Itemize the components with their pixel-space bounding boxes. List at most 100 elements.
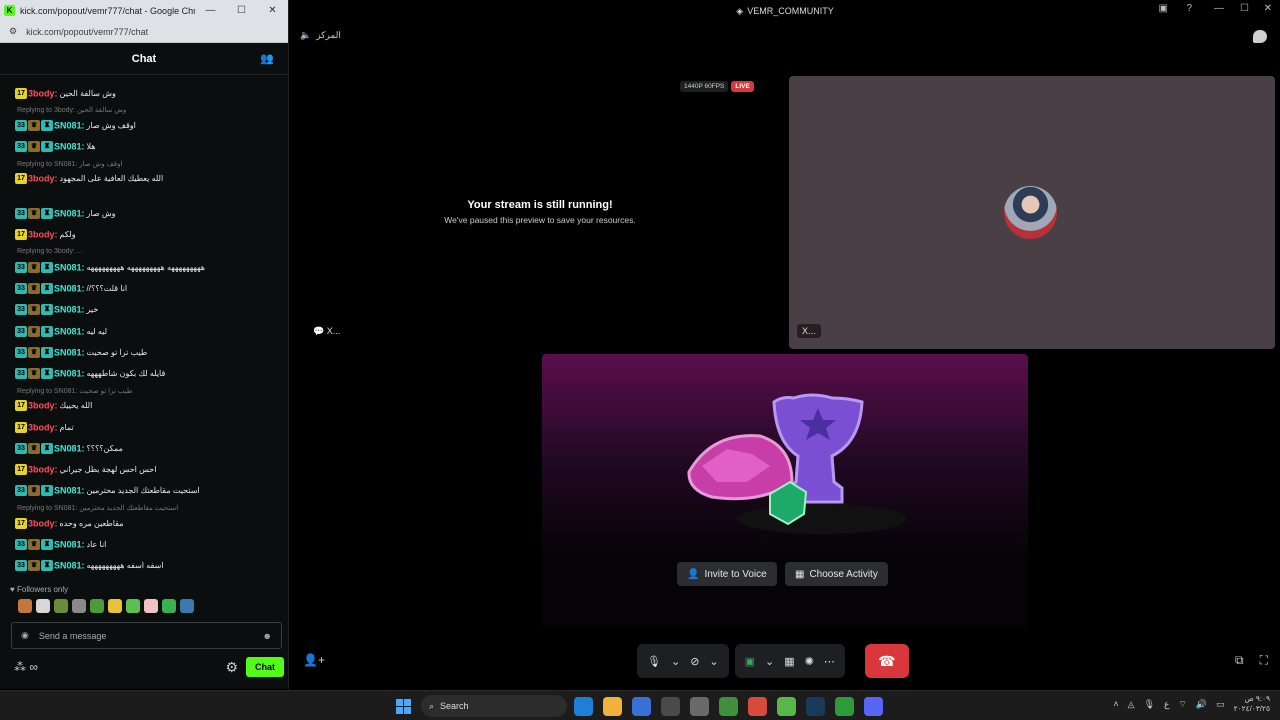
emoji-icon[interactable]: ☻ [263, 631, 272, 641]
soundboard-icon[interactable]: ✺ [805, 655, 814, 668]
mic-control[interactable]: 🎙 ⌄ ⊘ ⌄ [637, 644, 729, 678]
chat-username[interactable]: SN081: [54, 120, 85, 130]
browser-title-bar[interactable]: K kick.com/popout/vemr777/chat - Google … [0, 0, 288, 21]
chat-message[interactable]: 33 ♛ ♜ SN081: هههههههههه هههههههههه هههههههه… [15, 262, 276, 274]
language-icon[interactable]: ع [1164, 699, 1169, 710]
invite-person-icon[interactable]: 👤+ [303, 653, 325, 667]
chat-username[interactable]: 3body: [28, 518, 58, 528]
chat-username[interactable]: SN081: [54, 262, 85, 272]
chat-message[interactable]: 33 ♛ ♜ SN081: خير [15, 304, 276, 316]
chat-bubble-icon[interactable] [1253, 30, 1267, 43]
chat-username[interactable]: SN081: [54, 347, 85, 357]
reply-reference[interactable]: Replying to 3body: وش سالفة الحين [17, 106, 278, 114]
chat-username[interactable]: 3body: [28, 173, 58, 183]
chat-username[interactable]: SN081: [54, 141, 85, 151]
microphone-icon[interactable]: 🎙 [647, 655, 661, 668]
chevron-up-icon[interactable]: ˄ [1113, 699, 1118, 709]
record-icon[interactable]: ◉ [21, 630, 29, 641]
message-input[interactable]: ◉ Send a message ☻ [11, 622, 282, 649]
chat-message[interactable]: 17 3body: وش سالفة الحين [15, 88, 276, 100]
minimize-icon[interactable]: — [1214, 3, 1224, 14]
emote-icon[interactable] [54, 599, 68, 613]
app-icon[interactable] [661, 697, 680, 716]
disconnect-button[interactable]: ☎ [864, 644, 909, 678]
chat-message[interactable]: 33 ♛ ♜ SN081: ليه ليه [15, 326, 276, 338]
app-icon[interactable] [777, 697, 796, 716]
chat-username[interactable]: 3body: [28, 88, 58, 98]
maximize-icon[interactable]: ☐ [226, 0, 257, 21]
reply-reference[interactable]: Replying to SN081: اوقف وش صار [17, 160, 278, 168]
chat-message[interactable]: 33 ♛ ♜ SN081://انا قلت؟؟؟ [15, 283, 276, 295]
chat-message[interactable]: 33 ♛ ♜ SN081: هلا [15, 141, 276, 153]
emote-icon[interactable] [162, 599, 176, 613]
chat-message[interactable]: 17 3body: الله يحييك [15, 400, 276, 412]
points-icon[interactable]: ⁂ ∞ [14, 660, 225, 674]
pop-out-icon[interactable]: ⧉ [1235, 653, 1244, 668]
chat-message[interactable]: 33 ♛ ♜ SN081: قايله لك بكون شاطهههه [15, 368, 276, 380]
chat-username[interactable]: 3body: [28, 464, 58, 474]
screen-share-icon[interactable]: ▣ [745, 655, 755, 668]
reply-reference[interactable]: Replying to SN081: طيب ترا تو صحيت [17, 387, 278, 395]
network-icon[interactable]: ◬ [1128, 699, 1135, 710]
chat-username[interactable]: 3body: [28, 229, 58, 239]
chat-message-list[interactable]: 17 3body: وش سالفة الحين Replying to 3body:… [0, 76, 288, 581]
chat-message[interactable]: 17 3body: تمام [15, 422, 276, 434]
chat-username[interactable]: SN081: [54, 560, 85, 570]
chevron-down-icon[interactable]: ⌄ [765, 655, 774, 668]
chat-message[interactable]: 33 ♛ ♜ SN081: وش صار [15, 208, 276, 220]
chat-username[interactable]: SN081: [54, 443, 85, 453]
chat-message[interactable]: 33 ♛ ♜ SN081: ممكن؟؟؟؟ [15, 443, 276, 455]
chevron-down-icon[interactable]: ⌄ [671, 655, 680, 668]
minimize-icon[interactable]: — [195, 0, 226, 21]
file-explorer-icon[interactable] [603, 697, 622, 716]
emote-icon[interactable] [36, 599, 50, 613]
emote-icon[interactable] [18, 599, 32, 613]
chat-message[interactable]: 17 3body: احس احس لهجة بطل جيراني [15, 464, 276, 476]
chat-username[interactable]: 3body: [28, 422, 58, 432]
emote-icon[interactable] [72, 599, 86, 613]
share-control[interactable]: ▣ ⌄ ▦ ✺ ⋯ [734, 644, 845, 678]
maximize-icon[interactable]: ☐ [1240, 3, 1249, 14]
battery-icon[interactable]: ▭ [1216, 699, 1225, 710]
users-icon[interactable]: 👥 [260, 52, 274, 65]
emote-icon[interactable] [90, 599, 104, 613]
chat-username[interactable]: SN081: [54, 485, 85, 495]
emote-icon[interactable] [108, 599, 122, 613]
chat-username[interactable]: SN081: [54, 326, 85, 336]
site-settings-icon[interactable]: ⚙ [9, 26, 17, 37]
chat-message[interactable]: 33 ♛ ♜ SN081: اسفه اسفه هههههههههه [15, 560, 276, 572]
chat-message[interactable]: 33 ♛ ♜ SN081: طيب ترا تو صحيت [15, 347, 276, 359]
chat-username[interactable]: SN081: [54, 283, 85, 293]
chrome-icon[interactable] [748, 697, 767, 716]
settings-icon[interactable] [690, 697, 709, 716]
chat-username[interactable]: SN081: [54, 304, 85, 314]
fullscreen-icon[interactable]: ⛶ [1260, 653, 1268, 668]
invite-to-voice-button[interactable]: 👤 Invite to Voice [677, 562, 777, 586]
app-icon[interactable] [719, 697, 738, 716]
help-icon[interactable]: ? [1186, 3, 1192, 14]
microphone-icon[interactable]: 🎙 [1144, 699, 1155, 710]
reply-reference[interactable]: Replying to 3body: ... [17, 248, 278, 255]
start-button[interactable] [396, 699, 411, 714]
emote-icon[interactable] [180, 599, 194, 613]
camera-off-icon[interactable]: ⊘ [690, 655, 699, 668]
more-options-icon[interactable]: ⋯ [824, 655, 835, 668]
volume-icon[interactable]: 🔊 [1196, 699, 1207, 710]
taskbar-search[interactable]: ⌕ Search [421, 695, 567, 717]
chat-username[interactable]: SN081: [54, 539, 85, 549]
discord-icon[interactable] [864, 697, 883, 716]
send-chat-button[interactable]: Chat [246, 657, 284, 677]
chat-message[interactable]: 17 3body: ولكم [15, 229, 276, 241]
chat-message[interactable]: 17 3body: الله يعطيك العافية على المجهود [15, 173, 276, 185]
store-icon[interactable] [632, 697, 651, 716]
chat-message[interactable]: 33 ♛ ♜ SN081: استحيت مقاطعتك الجديد محترمين [15, 485, 276, 497]
steam-icon[interactable] [806, 697, 825, 716]
inbox-icon[interactable]: ▣ [1159, 3, 1168, 14]
wifi-icon[interactable]: ⌔ [1178, 699, 1186, 710]
close-icon[interactable]: ✕ [257, 0, 288, 21]
close-icon[interactable]: ✕ [1264, 3, 1272, 14]
address-bar[interactable]: ⚙ kick.com/popout/vemr777/chat [0, 21, 288, 43]
chat-message[interactable]: 33 ♛ ♜ SN081: اوقف وش صار [15, 120, 276, 132]
chat-message[interactable]: 33 ♛ ♜ SN081: انا عاد [15, 539, 276, 551]
chat-username[interactable]: SN081: [54, 208, 85, 218]
